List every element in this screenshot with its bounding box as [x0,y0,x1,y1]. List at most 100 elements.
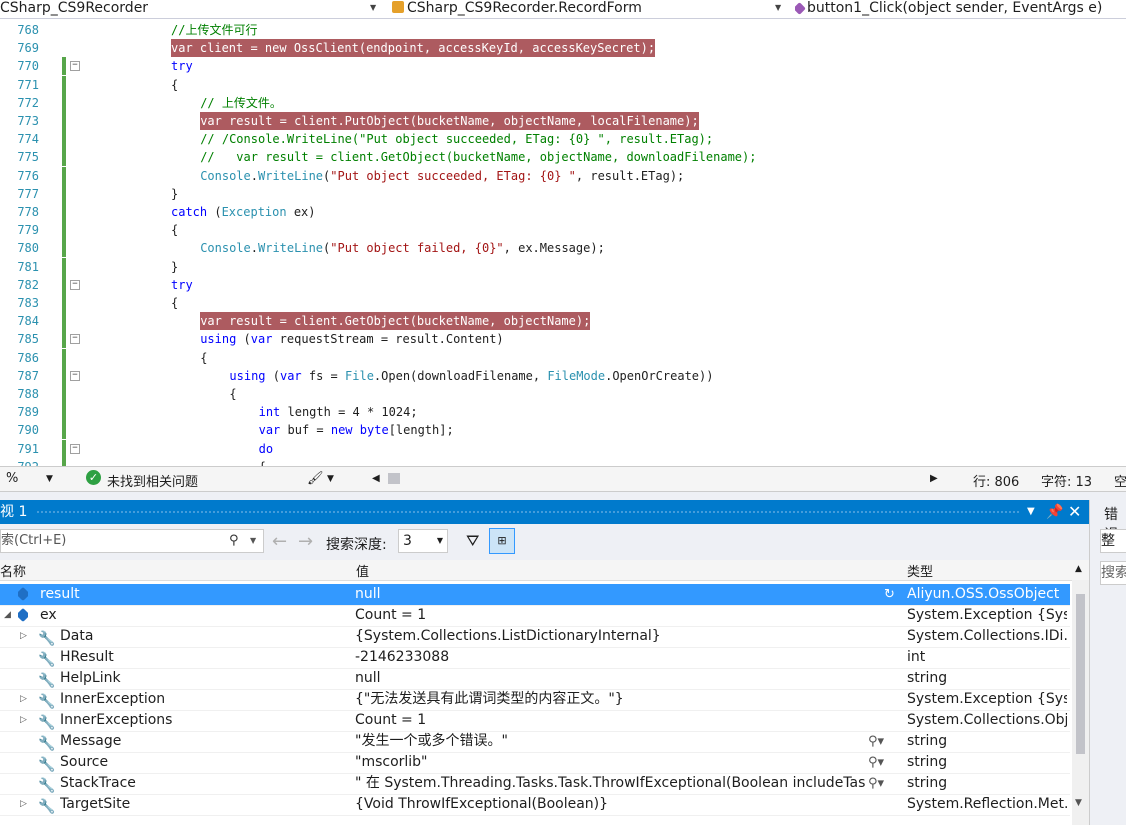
code-line[interactable]: 769 var client = new OssClient(endpoint, … [0,39,1126,58]
search-options-icon[interactable]: ▼ [250,530,256,552]
text-visualizer-icon[interactable]: ⚲▾ [868,773,884,794]
text-visualizer-icon[interactable]: ⚲▾ [868,731,884,752]
error-search-input[interactable]: 搜索 [1100,561,1126,585]
navigation-bar: CSharp_CS9Recorder ▼ CSharp_CS9Recorder.… [0,0,1126,19]
watch-value[interactable]: null [355,668,885,689]
watch-value[interactable]: -2146233088 [355,647,885,668]
check-circle-icon: ✓ [86,470,101,485]
search-input[interactable]: 索(Ctrl+E) ⚲ ▼ [0,529,264,553]
fold-toggle-icon[interactable]: − [70,61,80,72]
tab-view-icon[interactable]: ⊞ [489,528,515,554]
search-depth-value: 3 [403,533,412,549]
fold-toggle-icon[interactable]: − [70,334,80,345]
code-line[interactable]: 789 int length = 4 * 1024; [0,403,1126,422]
code-line[interactable]: 778 catch (Exception ex) [0,203,1126,221]
fold-toggle-icon[interactable]: − [70,279,80,290]
code-line[interactable]: 792 { [0,457,1126,466]
watch-row[interactable]: ▷ 🔧 TargetSite {Void ThrowIfExceptional(Boo… [0,794,1070,816]
error-scope-select[interactable]: 整 [1100,529,1126,553]
class-dropdown-arrow-icon[interactable]: ▼ [775,0,781,16]
watch-value[interactable]: " 在 System.Threading.Tasks.Task.ThrowIfE… [355,773,865,794]
watch-value[interactable]: {System.Collections.ListDictionaryIntern… [355,626,885,647]
code-line[interactable]: 774 // /Console.WriteLine("Put object suc… [0,130,1126,149]
watch-value[interactable]: "mscorlib" [355,752,865,773]
expand-toggle-icon[interactable]: ▷ [20,710,27,731]
code-line[interactable]: 780 Console.WriteLine("Put object failed,… [0,239,1126,258]
expand-toggle-icon[interactable]: ▷ [20,689,27,710]
watch-row[interactable]: 🔧 Message "发生一个或多个错误。" ⚲▾ string [0,731,1070,753]
watch-value[interactable]: "发生一个或多个错误。" [355,731,865,752]
code-line[interactable]: 788 { [0,385,1126,403]
watch-row[interactable]: ▷ 🔧 InnerExceptions Count = 1 System.Collect… [0,710,1070,732]
code-line[interactable]: 782 − try [0,275,1126,294]
watch-value[interactable]: null [355,584,885,605]
code-line[interactable]: 776 Console.WriteLine("Put object succeed… [0,166,1126,185]
watch-row[interactable]: 🔧 HelpLink null string [0,668,1070,690]
watch-row[interactable]: ▷ 🔧 InnerException {"无法发送具有此谓词类型的内容正文。"} Sys… [0,689,1070,711]
watch-row[interactable]: ▷ 🔧 Data {System.Collections.ListDictionary… [0,626,1070,648]
watch-value[interactable]: {Void ThrowIfExceptional(Boolean)} [355,794,885,815]
close-icon[interactable]: ✕ [1068,500,1081,524]
search-icon[interactable]: ⚲ [229,530,239,552]
refresh-icon[interactable]: ↻ [884,584,895,605]
watch-value[interactable]: Count = 1 [355,710,885,731]
code-line[interactable]: 770 − try [0,57,1126,76]
hscroll-thumb[interactable] [388,473,400,484]
brush-icon[interactable]: 🖌 [307,471,324,486]
code-line[interactable]: 773 var result = client.PutObject(bucketN… [0,112,1126,130]
scroll-right-icon[interactable]: ▶ [930,473,938,484]
watch-value[interactable]: {"无法发送具有此谓词类型的内容正文。"} [355,689,885,710]
scroll-down-icon[interactable]: ▼ [1075,798,1082,808]
filter-icon[interactable]: ⛛ [466,531,479,551]
code-line[interactable]: 771 { [0,75,1126,94]
watch-row[interactable]: ◢ ex Count = 1 System.Exception {Syst... [0,605,1070,627]
code-line[interactable]: 781} [0,257,1126,276]
watch-value[interactable]: Count = 1 [355,605,885,626]
watch-scrollbar[interactable]: ▼ [1072,580,1089,825]
method-dropdown[interactable]: button1_Click(object sender, EventArgs e… [795,0,1126,18]
code-line[interactable]: 790 var buf = new byte[length]; [0,421,1126,440]
fold-toggle-icon[interactable]: − [70,370,80,381]
zoom-level[interactable]: % [6,471,18,486]
code-line[interactable]: 775 // var result = client.GetObject(buck… [0,148,1126,167]
column-name-header[interactable]: 名称 [0,561,26,580]
code-line[interactable]: 785 − using (var requestStream = result.Co… [0,330,1126,349]
column-type-header[interactable]: 类型 [907,561,933,580]
scrollbar-thumb[interactable] [1076,594,1085,754]
code-line[interactable]: 772 // 上传文件。 [0,93,1126,112]
code-line[interactable]: 779 { [0,221,1126,240]
code-line[interactable]: 783 { [0,294,1126,312]
watch-type: string [907,775,948,791]
back-arrow-icon[interactable]: ← [272,531,287,552]
expand-toggle-icon[interactable]: ◢ [4,605,11,626]
code-line[interactable]: 787 − using (var fs = File.Open(downloadFi… [0,366,1126,385]
project-dropdown-arrow-icon[interactable]: ▼ [370,0,376,16]
project-dropdown[interactable]: CSharp_CS9Recorder [0,0,370,18]
forward-arrow-icon[interactable]: → [298,531,313,552]
object-icon [18,605,28,626]
code-line[interactable]: 768 //上传文件可行 [0,21,1126,39]
watch-row[interactable]: 🔧 HResult -2146233088 int [0,647,1070,669]
watch-row[interactable]: 🔧 StackTrace " 在 System.Threading.Tasks.Ta… [0,773,1070,795]
text-visualizer-icon[interactable]: ⚲▾ [868,752,884,773]
code-editor[interactable]: 768 //上传文件可行 769 var client = new OssClient… [0,19,1126,466]
window-menu-icon[interactable]: ▼ [1027,500,1035,524]
fold-toggle-icon[interactable]: − [70,443,80,454]
pin-icon[interactable]: 📌 [1046,500,1063,524]
watch-row[interactable]: result null ↻ Aliyun.OSS.OssObject [0,584,1070,606]
code-line[interactable]: 791 − do [0,439,1126,458]
code-line[interactable]: 784 var result = client.GetObject(bucketN… [0,312,1126,331]
change-marker [62,239,66,258]
watch-row[interactable]: 🔧 Source "mscorlib" ⚲▾ string [0,752,1070,774]
expand-toggle-icon[interactable]: ▷ [20,626,27,647]
scroll-up-icon[interactable]: ▲ [1075,564,1082,574]
class-dropdown[interactable]: CSharp_CS9Recorder.RecordForm [392,0,772,18]
code-line[interactable]: 777} [0,184,1126,203]
code-line[interactable]: 786 { [0,348,1126,367]
column-value-header[interactable]: 值 [356,561,369,580]
search-depth-select[interactable]: 3 ▼ [398,529,448,553]
zoom-dropdown-icon[interactable]: ▼ [46,474,53,484]
scroll-left-icon[interactable]: ◀ [372,473,380,484]
brush-dropdown-icon[interactable]: ▼ [327,474,334,484]
expand-toggle-icon[interactable]: ▷ [20,794,27,815]
